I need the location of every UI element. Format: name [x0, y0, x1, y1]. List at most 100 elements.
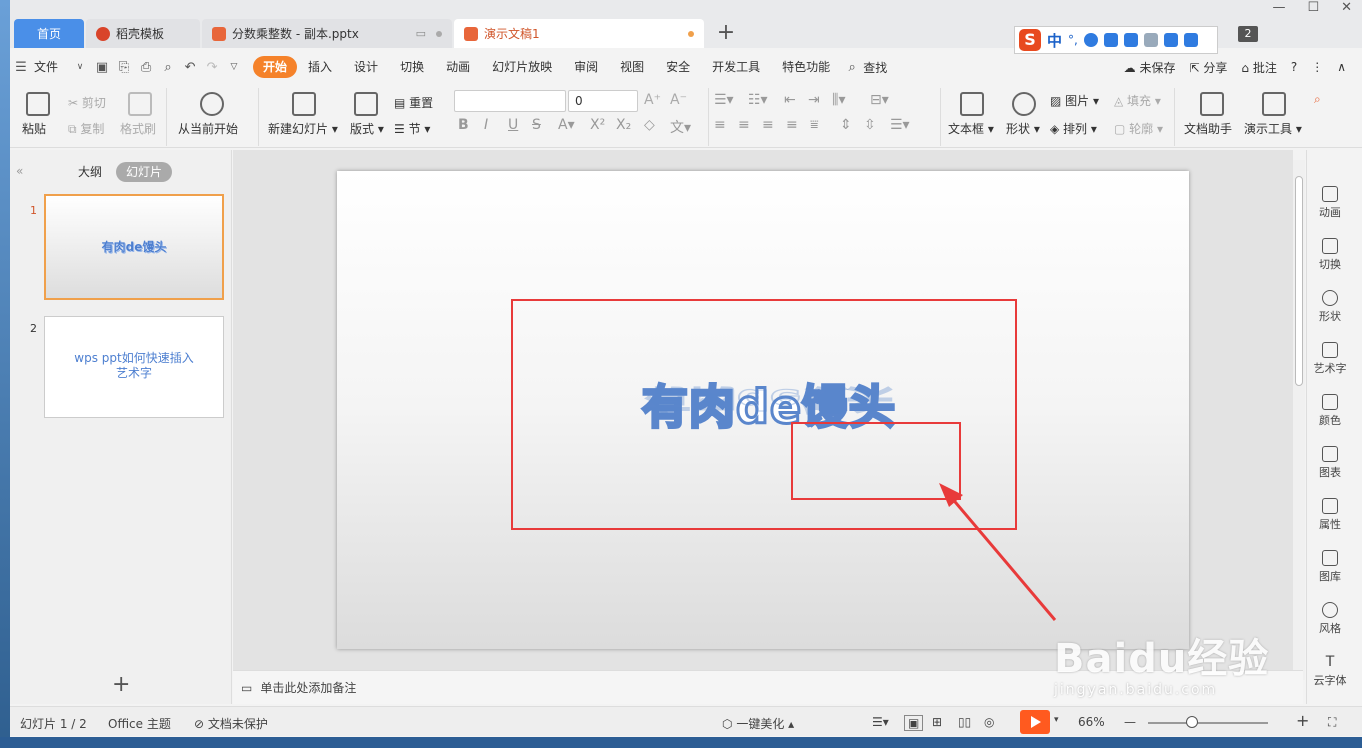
tab-slides[interactable]: 幻灯片 — [116, 162, 173, 182]
reading-view-icon[interactable]: ▯▯ — [958, 715, 971, 729]
distribute-icon[interactable]: ⩸ — [810, 117, 819, 133]
file-menu[interactable]: 文件 — [32, 52, 69, 82]
paste-button[interactable]: 粘贴 — [22, 120, 46, 137]
font-shrink-icon[interactable]: A⁻ — [670, 92, 687, 108]
quick-access-dropdown-icon[interactable]: ▽ — [223, 62, 245, 72]
rail-art-text[interactable]: 艺术字 — [1307, 342, 1353, 376]
rail-color[interactable]: 颜色 — [1307, 394, 1353, 428]
tab-fraction-pptx[interactable]: 分数乘整数 - 副本.pptx ▭ — [202, 19, 452, 48]
new-slide-icon[interactable] — [292, 92, 316, 116]
search-command[interactable]: 查找 — [863, 59, 887, 76]
line-spacing-icon[interactable]: ⇕ — [840, 117, 852, 133]
comment-button[interactable]: ⌂ 批注 — [1241, 59, 1276, 76]
menu-tab-insert[interactable]: 插入 — [297, 52, 343, 82]
vertical-scrollbar[interactable] — [1293, 160, 1305, 680]
sogou-logo-icon[interactable]: S — [1019, 29, 1041, 51]
maximize-icon[interactable]: ☐ — [1307, 0, 1319, 18]
rail-chart[interactable]: 图表 — [1307, 446, 1353, 480]
arrange-button[interactable]: ◈ 排列 ▾ — [1050, 120, 1097, 137]
paragraph-settings-icon[interactable]: ☰▾ — [890, 117, 910, 133]
new-tab-plus-icon[interactable]: + — [716, 20, 736, 45]
play-slideshow-button[interactable] — [1020, 710, 1050, 734]
voice-icon[interactable] — [1103, 33, 1118, 47]
one-click-beautify-button[interactable]: ⬡ 一键美化 ▴ — [722, 715, 794, 732]
font-name-combo[interactable] — [454, 90, 566, 112]
decrease-indent-icon[interactable]: ⇤ — [784, 92, 796, 108]
ribbon-overflow-icon[interactable]: ⌕ — [1314, 92, 1321, 107]
align-center-icon[interactable]: ≡ — [738, 117, 750, 133]
menu-tab-security[interactable]: 安全 — [655, 52, 701, 82]
rail-shape[interactable]: 形状 — [1307, 290, 1353, 324]
menu-tab-view[interactable]: 视图 — [609, 52, 655, 82]
font-color-icon[interactable]: A▾ — [558, 117, 575, 133]
emoji-icon[interactable] — [1083, 33, 1098, 47]
menu-tab-review[interactable]: 审阅 — [563, 52, 609, 82]
text-direction-icon[interactable]: ⊟▾ — [870, 92, 889, 108]
paste-icon[interactable] — [26, 92, 50, 116]
subscript-icon[interactable]: X₂ — [616, 117, 631, 133]
cloud-save-status[interactable]: ☁ 未保存 — [1124, 59, 1176, 76]
collapse-ribbon-icon[interactable]: ∧ — [1337, 60, 1346, 74]
save-icon[interactable]: ▣ — [91, 60, 113, 75]
theme-name[interactable]: Office 主题 — [108, 715, 171, 732]
menu-tab-slideshow[interactable]: 幻灯片放映 — [481, 52, 563, 82]
export-pdf-icon[interactable]: ⎘ — [113, 60, 135, 75]
tab-home[interactable]: 首页 — [14, 19, 84, 48]
align-right-icon[interactable]: ≡ — [762, 117, 774, 133]
close-icon[interactable]: ✕ — [1341, 0, 1352, 18]
tab-docer-template[interactable]: 稻壳模板 — [86, 19, 200, 48]
bold-icon[interactable]: B — [458, 117, 469, 133]
strikethrough-icon[interactable]: S — [532, 117, 541, 133]
record-icon[interactable]: ◎ — [984, 715, 994, 729]
italic-icon[interactable]: I — [484, 117, 488, 133]
textbox-icon[interactable] — [960, 92, 984, 116]
rail-cloud-font[interactable]: T 云字体 — [1307, 654, 1353, 688]
menu-tab-animation[interactable]: 动画 — [435, 52, 481, 82]
hamburger-icon[interactable]: ☰ — [10, 60, 32, 75]
zoom-slider[interactable] — [1148, 722, 1268, 724]
fill-button[interactable]: ◬ 填充 ▾ — [1114, 92, 1161, 109]
share-button[interactable]: ⇱ 分享 — [1189, 59, 1227, 76]
new-slide-button[interactable]: 新建幻灯片 ▾ — [268, 120, 338, 137]
undo-icon[interactable]: ↶ — [179, 60, 201, 75]
punctuation-icon[interactable]: °, — [1068, 33, 1078, 47]
toolbox-icon[interactable] — [1183, 33, 1198, 47]
tab-presentation1[interactable]: 演示文稿1 — [454, 19, 704, 48]
phonetic-icon[interactable]: 文▾ — [670, 117, 691, 137]
outline-button[interactable]: ▢ 轮廓 ▾ — [1114, 120, 1163, 137]
user-icon[interactable] — [1143, 33, 1158, 47]
justify-icon[interactable]: ≡ — [786, 117, 798, 133]
doc-helper-icon[interactable] — [1200, 92, 1224, 116]
protection-status[interactable]: ⊘ 文档未保护 — [194, 715, 268, 732]
help-icon[interactable]: ? — [1291, 60, 1297, 74]
picture-button[interactable]: ▨ 图片 ▾ — [1050, 92, 1099, 109]
ime-mode-label[interactable]: 中 — [1047, 30, 1062, 51]
column-icon[interactable]: ⫼▾ — [832, 92, 845, 108]
layout-button[interactable]: 版式 ▾ — [350, 120, 384, 137]
window-count-badge[interactable]: 2 — [1238, 26, 1258, 42]
format-painter-icon[interactable] — [128, 92, 152, 116]
superscript-icon[interactable]: X² — [590, 117, 605, 133]
menu-tab-home[interactable]: 开始 — [253, 56, 298, 78]
cut-button[interactable]: ✂ 剪切 — [68, 94, 106, 111]
menu-tab-design[interactable]: 设计 — [343, 52, 389, 82]
minimize-icon[interactable]: — — [1272, 0, 1285, 18]
more-icon[interactable]: ⋮ — [1311, 60, 1323, 74]
zoom-in-icon[interactable]: + — [1296, 711, 1309, 730]
bullets-icon[interactable]: ☰▾ — [714, 92, 734, 108]
increase-indent-icon[interactable]: ⇥ — [808, 92, 820, 108]
font-grow-icon[interactable]: A⁺ — [644, 92, 661, 108]
menu-tab-features[interactable]: 特色功能 — [771, 52, 841, 82]
redo-icon[interactable]: ↷ — [201, 60, 223, 75]
print-icon[interactable]: ⎙ — [135, 60, 157, 75]
rail-animation[interactable]: 动画 — [1307, 186, 1353, 220]
zoom-slider-handle[interactable] — [1186, 716, 1198, 728]
play-options-icon[interactable]: ▾ — [1054, 715, 1059, 725]
format-painter-button[interactable]: 格式刷 — [120, 120, 156, 137]
clear-format-icon[interactable]: ◇ — [644, 117, 655, 133]
notes-toggle-icon[interactable]: ☰▾ — [872, 715, 889, 729]
print-preview-icon[interactable]: ⌕ — [157, 60, 179, 75]
rail-style[interactable]: 风格 — [1307, 602, 1353, 636]
scrollbar-thumb[interactable] — [1295, 176, 1303, 386]
rail-properties[interactable]: 属性 — [1307, 498, 1353, 532]
